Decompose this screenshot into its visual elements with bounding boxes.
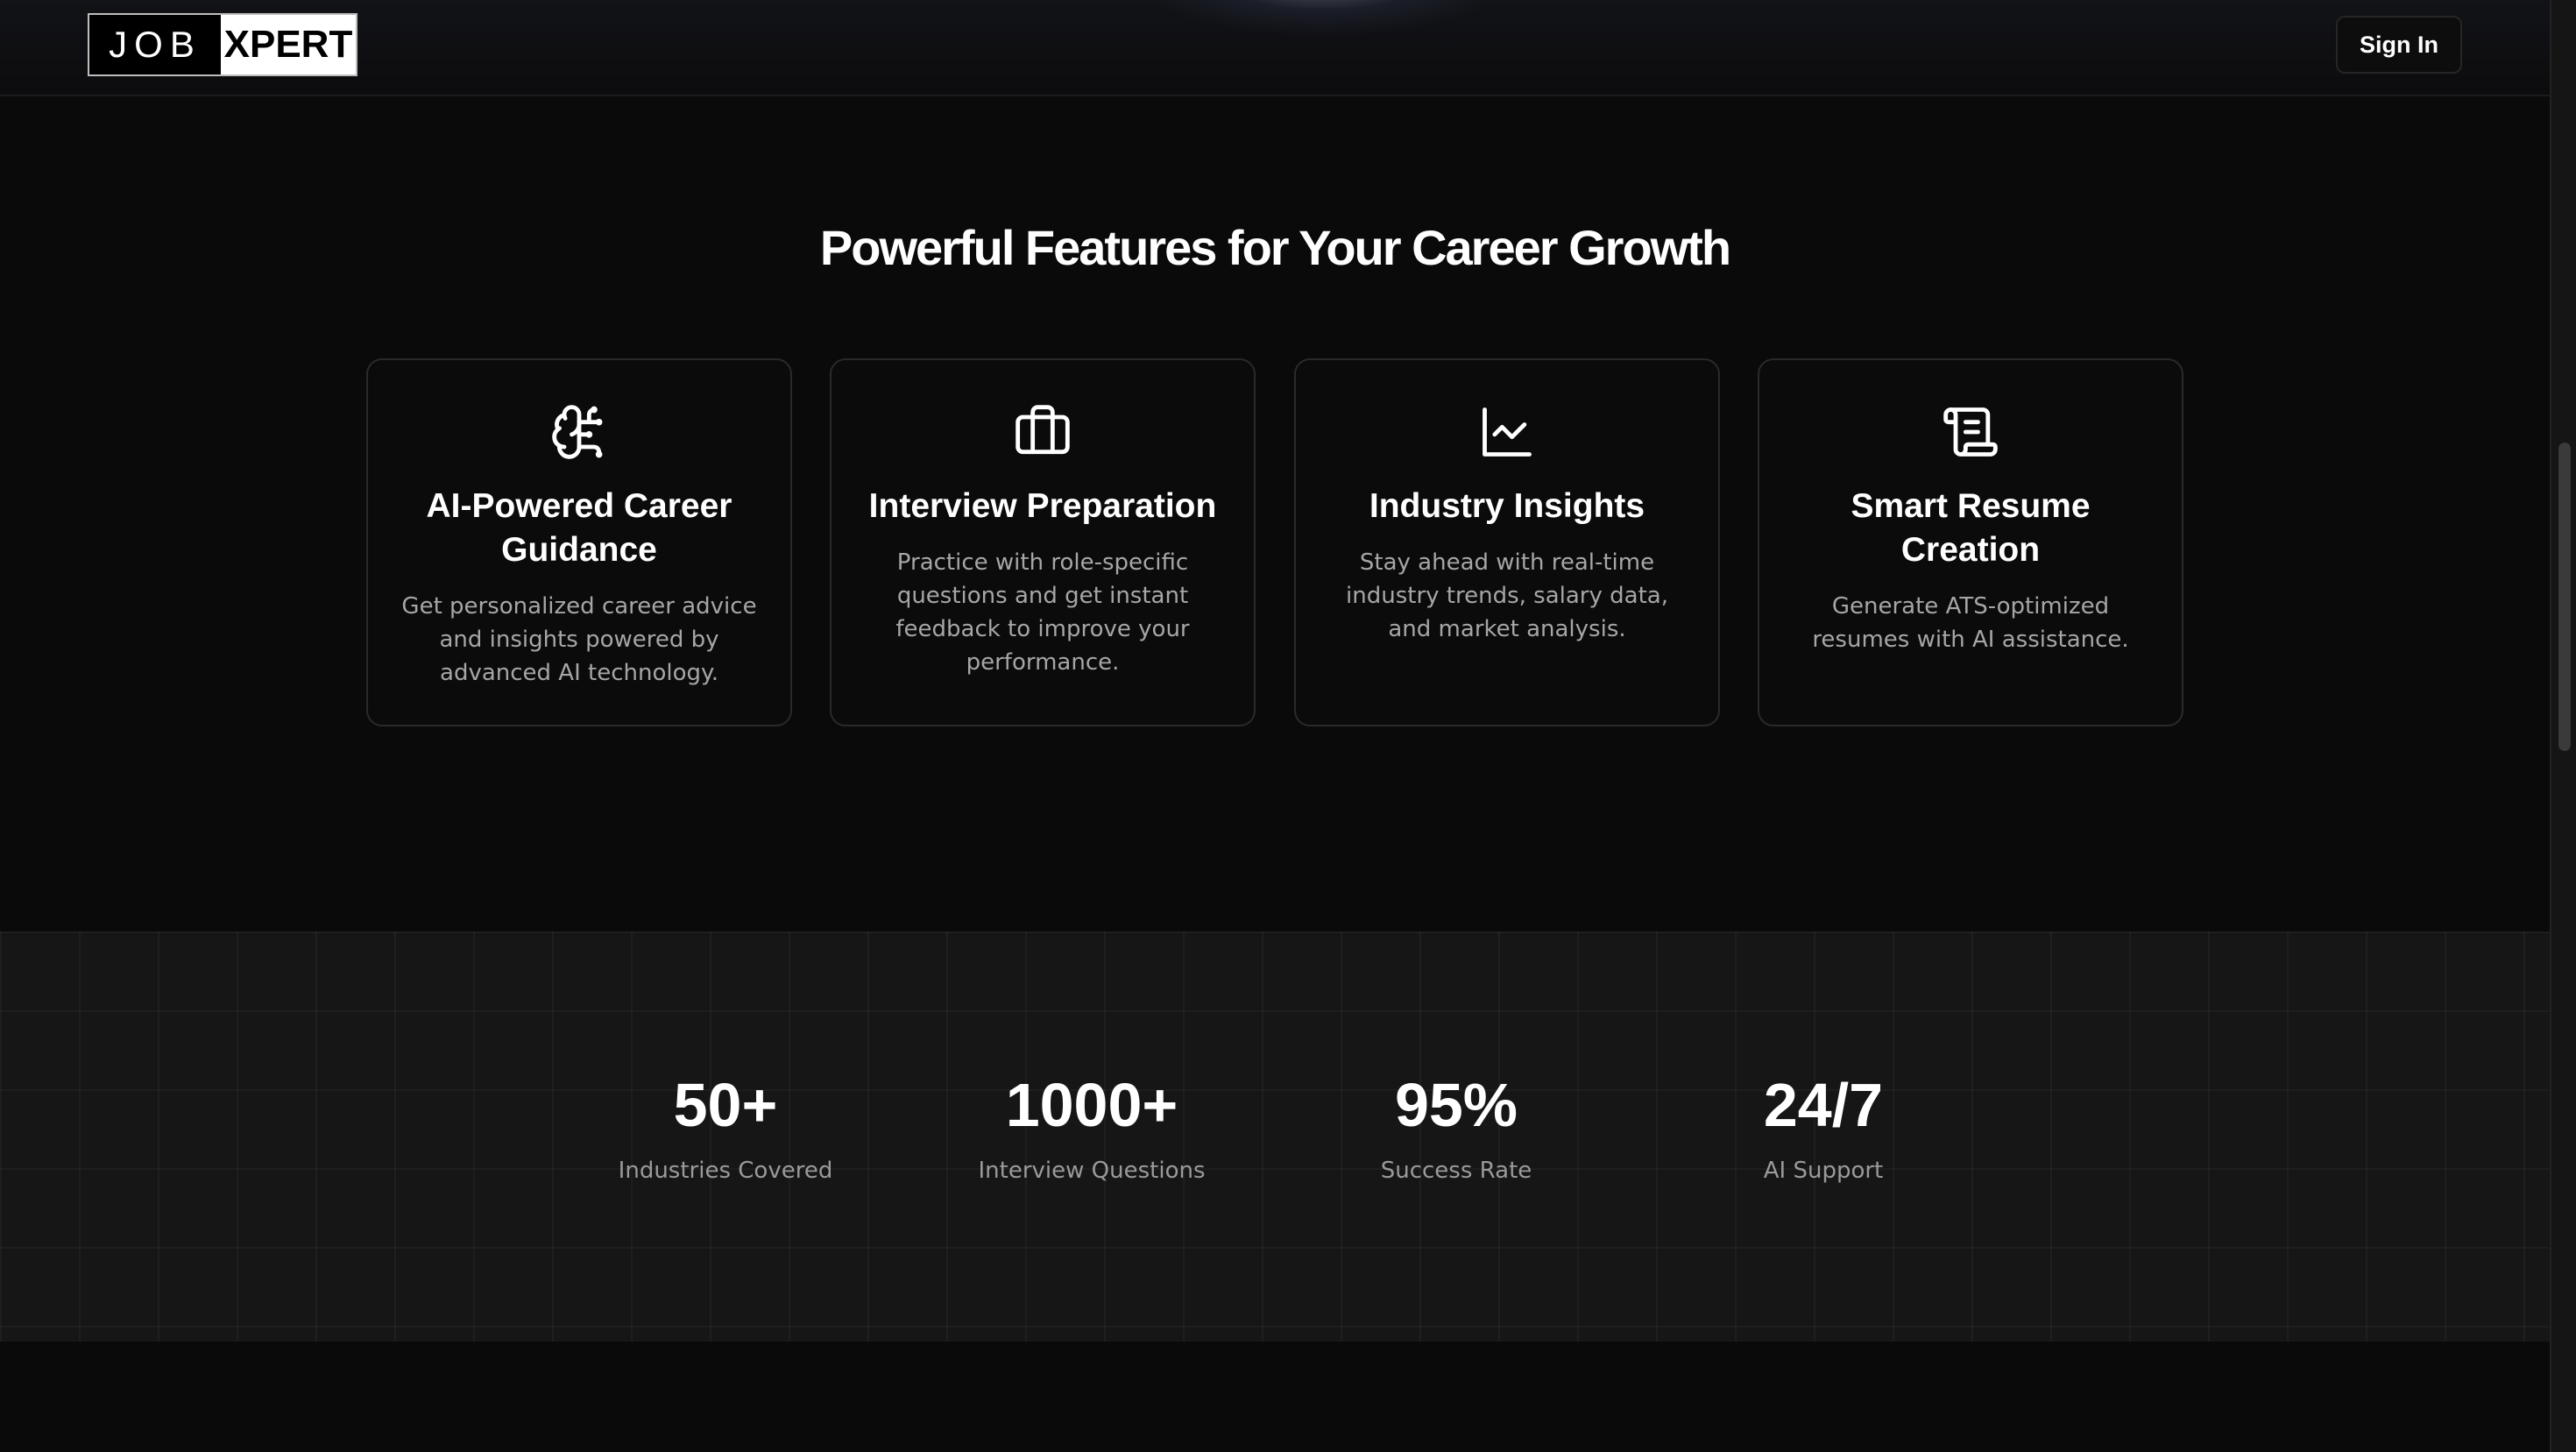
- feature-card-description: Practice with role-specific questions an…: [895, 549, 1190, 676]
- stat-label: Industries Covered: [618, 1158, 833, 1184]
- scroll-text-icon: [1943, 407, 1998, 457]
- page-scrollbar[interactable]: [2550, 0, 2576, 1452]
- features-title: Powerful Features for Your Career Growth: [819, 220, 1731, 275]
- feature-card-interview-preparation: Interview Preparation Practice with role…: [830, 358, 1256, 726]
- stat-label: AI Support: [1763, 1158, 1884, 1184]
- feature-card-resume-creation: Smart Resume Creation Generate ATS-optim…: [1758, 358, 2183, 726]
- header-glow: [1139, 0, 1507, 35]
- brain-icon: [552, 405, 603, 459]
- stat-value: 95%: [1394, 1071, 1518, 1139]
- feature-card-description: Get personalized career advice and insig…: [401, 593, 757, 686]
- feature-card-title: Interview Preparation: [868, 487, 1217, 525]
- logo[interactable]: JOB XPERT: [88, 13, 357, 76]
- stat-value: 24/7: [1763, 1071, 1884, 1139]
- feature-cards: AI-Powered Career Guidance Get personali…: [366, 358, 2183, 726]
- line-chart-icon: [1483, 407, 1532, 457]
- feature-card-industry-insights: Industry Insights Stay ahead with real-t…: [1294, 358, 1720, 726]
- stat-label: Interview Questions: [978, 1158, 1206, 1184]
- site-header: JOB XPERT Sign In: [0, 0, 2550, 96]
- feature-card-title: Industry Insights: [1369, 487, 1645, 525]
- feature-card-description: Generate ATS-optimized resumes with AI a…: [1812, 593, 2129, 653]
- feature-card-career-guidance: AI-Powered Career Guidance Get personali…: [366, 358, 792, 726]
- landing-page: JOB XPERT Sign In Powerful Features for …: [0, 0, 2576, 1452]
- feature-card-title: AI-Powered Career Guidance: [426, 487, 732, 569]
- logo-job-text: JOB: [109, 24, 202, 65]
- briefcase-icon: [1016, 405, 1070, 455]
- stat-value: 1000+: [1005, 1071, 1178, 1139]
- scrollbar-thumb[interactable]: [2558, 443, 2571, 751]
- feature-card-description: Stay ahead with real-time industry trend…: [1346, 549, 1668, 642]
- logo-xpert-text: XPERT: [221, 15, 356, 74]
- feature-card-title: Smart Resume Creation: [1851, 487, 2091, 569]
- sign-in-button[interactable]: Sign In: [2336, 16, 2462, 74]
- stats-section: 50+ Industries Covered 1000+ Interview Q…: [0, 931, 2550, 1342]
- stat-value: 50+: [673, 1071, 778, 1139]
- stat-label: Success Rate: [1380, 1158, 1532, 1184]
